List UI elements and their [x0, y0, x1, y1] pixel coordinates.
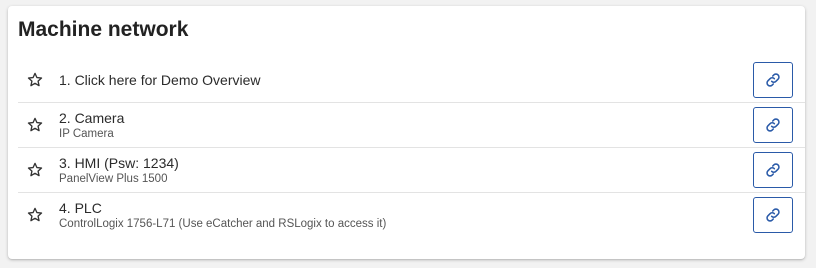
- list-item[interactable]: 3. HMI (Psw: 1234) PanelView Plus 1500: [18, 148, 805, 193]
- list-item-text: 4. PLC ControlLogix 1756-L71 (Use eCatch…: [59, 193, 386, 238]
- list-item-subtitle: ControlLogix 1756-L71 (Use eCatcher and …: [59, 217, 387, 230]
- list-item-text: 1. Click here for Demo Overview: [59, 58, 261, 103]
- open-link-button[interactable]: [753, 197, 793, 233]
- star-outline-icon[interactable]: [26, 71, 44, 89]
- star-outline-icon[interactable]: [26, 116, 44, 134]
- list-item-title: 3. HMI (Psw: 1234): [59, 154, 179, 171]
- list-item[interactable]: 4. PLC ControlLogix 1756-L71 (Use eCatch…: [18, 193, 805, 238]
- list-item[interactable]: 1. Click here for Demo Overview: [18, 58, 805, 103]
- machine-network-card: Machine network 1. Click here for Demo O…: [8, 6, 805, 259]
- link-icon: [766, 208, 780, 222]
- link-icon: [766, 163, 780, 177]
- list-item[interactable]: 2. Camera IP Camera: [18, 103, 805, 148]
- list-item-title: 4. PLC: [59, 199, 102, 216]
- device-list: 1. Click here for Demo Overview 2. Camer…: [18, 58, 805, 238]
- open-link-button[interactable]: [753, 152, 793, 188]
- list-item-text: 2. Camera IP Camera: [59, 103, 124, 148]
- list-item-subtitle: IP Camera: [59, 127, 114, 140]
- open-link-button[interactable]: [753, 107, 793, 143]
- list-item-subtitle: PanelView Plus 1500: [59, 172, 168, 185]
- card-title: Machine network: [18, 18, 189, 41]
- open-link-button[interactable]: [753, 62, 793, 98]
- star-outline-icon[interactable]: [26, 206, 44, 224]
- link-icon: [766, 118, 780, 132]
- list-item-text: 3. HMI (Psw: 1234) PanelView Plus 1500: [59, 148, 179, 193]
- list-item-title: 1. Click here for Demo Overview: [59, 72, 261, 88]
- star-outline-icon[interactable]: [26, 161, 44, 179]
- link-icon: [766, 73, 780, 87]
- list-item-title: 2. Camera: [59, 109, 125, 126]
